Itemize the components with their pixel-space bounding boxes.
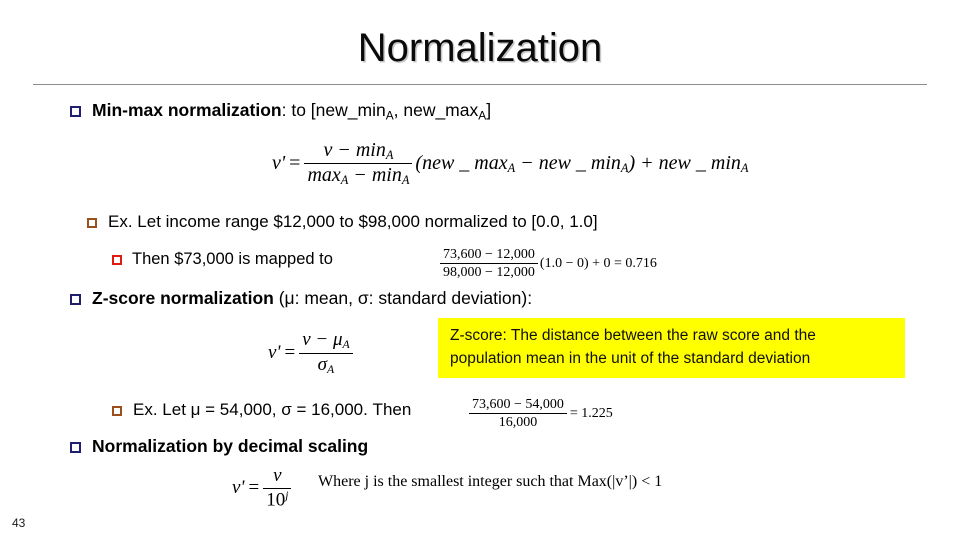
formula-min-max-tail: (new _ maxA − new _ minA) + new _ minA — [412, 152, 748, 176]
formula-mapped-fraction: 73,600 − 12,000 98,000 − 12,000 — [440, 247, 538, 280]
formula-mapped-tail: (1.0 − 0) + 0 = 0.716 — [539, 255, 657, 271]
page-number: 43 — [12, 516, 26, 530]
page-title: Normalization — [357, 26, 603, 70]
bullet-marker-square-navy-icon — [70, 442, 81, 453]
bullet-marker-square-navy-icon — [70, 294, 81, 305]
formula-min-max-denominator: maxA − minA — [304, 164, 412, 188]
bullet-marker-square-brown-icon — [87, 218, 97, 228]
formula-z-score-den-text: σ — [317, 353, 328, 375]
callout-line-2: population mean in the unit of the stand… — [450, 350, 811, 368]
bullet-min-max-sub-a1: A — [385, 108, 394, 123]
formula-decimal-numerator: v — [263, 465, 292, 489]
formula-decimal-lhs: v' — [232, 477, 245, 499]
bullet-decimal-scaling: Normalization by decimal scaling — [70, 436, 368, 457]
formula-min-max-fraction: v − minA max A − minA — [304, 139, 413, 188]
bullet-mapped-value: Then $73,000 is mapped to — [112, 250, 333, 270]
formula-min-max: v' = v − minA maxA − minA (new _ maxA − new … — [272, 139, 748, 188]
formula-min-max-num-sub: A — [385, 148, 394, 163]
callout-line-1: Z-score: The distance between the raw sc… — [450, 327, 816, 344]
bullet-z-score-label: Z-score normalization — [92, 288, 274, 308]
bullet-min-max-rest3: ] — [486, 100, 492, 120]
bullet-min-max-sub-a2: A — [478, 108, 487, 123]
slide: Normalization Min-max normalization: to … — [0, 0, 960, 540]
bullet-example-income-text: Ex. Let income range $12,000 to $98,000 … — [108, 212, 598, 231]
bullet-z-score-normalization: Z-score normalization (μ: mean, σ: stand… — [70, 288, 532, 309]
formula-z-score-calc-numerator: 73,600 − 54,000 — [469, 397, 567, 415]
formula-decimal-equals: = — [248, 477, 260, 499]
formula-z-score-equals: = — [284, 342, 296, 364]
formula-z-score-numerator: v − μA — [299, 329, 353, 354]
formula-min-max-tail-open: (new _ max — [415, 151, 508, 174]
bullet-marker-square-navy-icon — [70, 106, 81, 117]
bullet-decimal-scaling-text: Normalization by decimal scaling — [92, 436, 368, 457]
formula-mapped-calculation: 73,600 − 12,000 98,000 − 12,000 (1.0 − 0) … — [440, 247, 657, 280]
formula-z-score-denominator: σA — [299, 354, 352, 377]
formula-decimal-note: Where j is the smallest integer such tha… — [318, 473, 663, 490]
formula-min-max-num-text: v − min — [323, 139, 386, 161]
bullet-min-max-normalization: Min-max normalization: to [new_minA, new… — [70, 100, 491, 123]
formula-z-score-calc-denominator: 16,000 — [498, 415, 538, 431]
formula-z-score-num-text: v − μ — [302, 329, 343, 350]
bullet-min-max-rest2: , new_max — [393, 100, 479, 120]
formula-z-score-calc-tail: = 1.225 — [569, 405, 613, 421]
formula-min-max-equals: = — [289, 152, 301, 175]
formula-min-max-numerator: v − minA — [304, 139, 413, 165]
z-score-callout: Z-score: The distance between the raw sc… — [438, 318, 905, 378]
formula-min-max-tail-mid: − new _ min — [515, 151, 621, 174]
bullet-z-score-rest: (μ: mean, σ: standard deviation): — [273, 288, 533, 308]
formula-min-max-tail-sub2: A — [620, 161, 629, 176]
formula-decimal-den-text: 10 — [266, 488, 286, 510]
formula-min-max-den-text: max — [307, 164, 341, 187]
title-divider — [33, 84, 927, 85]
bullet-marker-square-brown-icon — [112, 406, 122, 416]
formula-z-score: v' = v − μA σA — [268, 329, 353, 377]
formula-mapped-numerator: 73,600 − 12,000 — [440, 247, 538, 265]
bullet-min-max-label: Min-max normalization — [92, 100, 282, 120]
formula-z-score-calculation: 73,600 − 54,000 16,000 = 1.225 — [469, 397, 613, 430]
formula-decimal-denominator: 10j — [263, 489, 291, 511]
formula-z-score-fraction: v − μA σA — [299, 329, 353, 377]
formula-decimal-den-sup: j — [285, 489, 289, 502]
bullet-min-max-text: Min-max normalization: to [new_minA, new… — [92, 100, 491, 123]
bullet-marker-square-red-icon — [112, 255, 122, 265]
formula-z-score-den-sub: A — [327, 362, 335, 376]
bullet-example-income-range: Ex. Let income range $12,000 to $98,000 … — [87, 212, 598, 232]
formula-min-max-tail-sub3: A — [740, 161, 749, 176]
bullet-example-z-score: Ex. Let μ = 54,000, σ = 16,000. Then — [112, 400, 411, 420]
formula-mapped-denominator: 98,000 − 12,000 — [443, 265, 535, 281]
formula-z-score-lhs: v' — [268, 342, 281, 364]
bullet-example-z-score-text: Ex. Let μ = 54,000, σ = 16,000. Then — [133, 400, 412, 419]
formula-decimal-fraction: v 10j — [263, 465, 292, 511]
formula-min-max-den-mid: − min — [348, 164, 402, 187]
formula-z-score-num-sub: A — [342, 337, 350, 351]
formula-z-score-calc-fraction: 73,600 − 54,000 16,000 — [469, 397, 567, 430]
bullet-mapped-text: Then $73,000 is mapped to — [132, 250, 333, 268]
formula-min-max-lhs: v' — [272, 152, 286, 175]
bullet-decimal-scaling-label: Normalization by decimal scaling — [92, 436, 369, 456]
formula-min-max-den-sub2: A — [401, 173, 410, 188]
bullet-z-score-text: Z-score normalization (μ: mean, σ: stand… — [92, 288, 532, 309]
formula-min-max-tail-close: ) + new _ min — [628, 151, 741, 174]
bullet-min-max-rest: : to [new_min — [281, 100, 386, 120]
formula-decimal-scaling: v' = v 10j — [232, 465, 292, 511]
